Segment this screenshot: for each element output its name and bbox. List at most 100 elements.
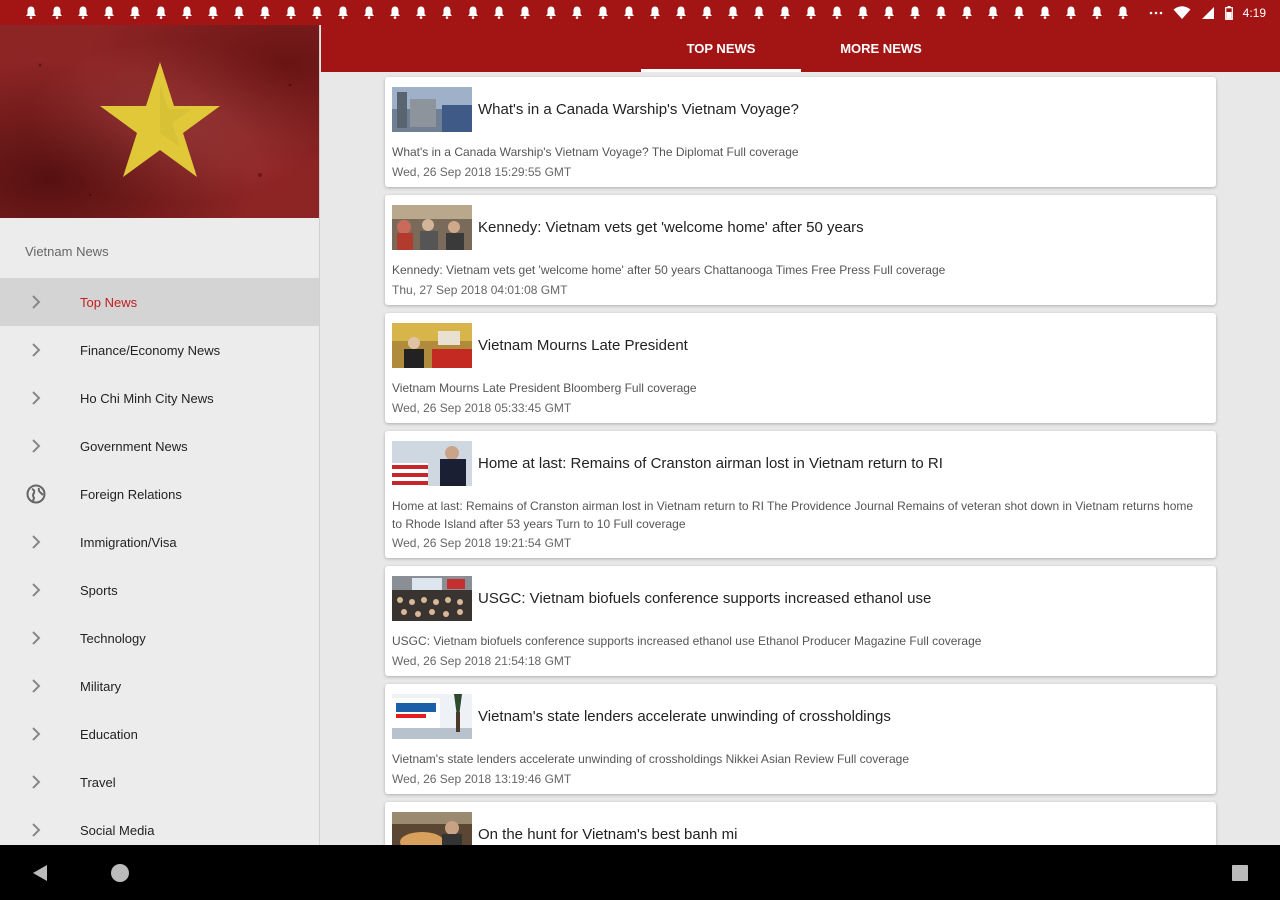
status-icons: 4:19 [1149,0,1266,25]
recents-icon [1232,864,1248,881]
news-card[interactable]: Kennedy: Vietnam vets get 'welcome home'… [385,195,1216,305]
chevron-right-icon [26,580,46,600]
bell-icon [954,6,980,19]
news-card[interactable]: Vietnam Mourns Late President Vietnam Mou… [385,313,1216,423]
navigation-drawer: Vietnam News Top News Finance/Economy New… [0,25,320,845]
drawer-item-military[interactable]: Military [0,662,319,710]
bell-icon [590,6,616,19]
news-title: Kennedy: Vietnam vets get 'welcome home'… [478,219,864,236]
news-date: Wed, 26 Sep 2018 05:33:45 GMT [392,401,572,415]
bell-icon [876,6,902,19]
drawer-item-government-news[interactable]: Government News [0,422,319,470]
news-thumbnail [392,812,472,845]
news-list: What's in a Canada Warship's Vietnam Voy… [321,72,1280,845]
news-thumbnail [392,694,472,739]
bell-icon [252,6,278,19]
bell-icon [1032,6,1058,19]
news-card[interactable]: USGC: Vietnam biofuels conference suppor… [385,566,1216,676]
bell-icon [148,6,174,19]
news-title: Home at last: Remains of Cranston airman… [478,455,943,472]
bell-icon [746,6,772,19]
vietnam-flag-image [0,25,319,218]
bell-icon [460,6,486,19]
bell-icon [1110,6,1136,19]
drawer-item-label: Immigration/Visa [80,534,177,550]
drawer-item-education[interactable]: Education [0,710,319,758]
bell-icon [928,6,954,19]
bell-icon [642,6,668,19]
chevron-right-icon [26,820,46,840]
bell-icon [122,6,148,19]
chevron-right-icon [26,340,46,360]
bell-icon [1006,6,1032,19]
clock: 4:19 [1242,5,1266,20]
bell-icon [382,6,408,19]
news-title: USGC: Vietnam biofuels conference suppor… [478,590,932,607]
drawer-item-ho-chi-minh-city-news[interactable]: Ho Chi Minh City News [0,374,319,422]
news-card[interactable]: What's in a Canada Warship's Vietnam Voy… [385,77,1216,187]
drawer-item-sports[interactable]: Sports [0,566,319,614]
news-title: On the hunt for Vietnam's best banh mi [478,826,738,843]
bell-icon [1084,6,1110,19]
chevron-right-icon [26,388,46,408]
news-thumbnail [392,441,472,486]
drawer-item-foreign-relations[interactable]: Foreign Relations [0,470,319,518]
globe-icon [26,484,46,504]
bell-icon [330,6,356,19]
drawer-item-top-news[interactable]: Top News [0,278,319,326]
bell-icon [512,6,538,19]
drawer-item-social-media[interactable]: Social Media [0,806,319,845]
tab-bar: TOP NEWS MORE NEWS [321,25,1280,72]
news-card[interactable]: Vietnam's state lenders accelerate unwin… [385,684,1216,794]
wifi-icon [1173,5,1191,20]
bell-icon [668,6,694,19]
drawer-item-technology[interactable]: Technology [0,614,319,662]
drawer-nav-list: Top News Finance/Economy News Ho Chi Minh … [0,278,319,845]
drawer-item-label: Technology [80,630,146,646]
bell-icon [694,6,720,19]
bell-icon [96,6,122,19]
news-date: Thu, 27 Sep 2018 04:01:08 GMT [392,283,568,297]
drawer-item-finance-economy-news[interactable]: Finance/Economy News [0,326,319,374]
drawer-item-label: Military [80,678,122,694]
tab-top-news[interactable]: TOP NEWS [641,25,801,72]
chevron-right-icon [26,436,46,456]
bell-icon [304,6,330,19]
news-date: Wed, 26 Sep 2018 19:21:54 GMT [392,536,572,550]
back-button[interactable] [10,845,70,900]
signal-icon [1201,6,1215,20]
chevron-right-icon [26,772,46,792]
notification-icons [0,6,1136,19]
news-thumbnail [392,323,472,368]
drawer-heading: Vietnam News [25,244,109,259]
battery-icon [1224,5,1233,20]
drawer-item-label: Ho Chi Minh City News [80,390,214,406]
drawer-item-label: Finance/Economy News [80,342,221,358]
chevron-right-icon [26,724,46,744]
bell-icon [278,6,304,19]
bell-icon [18,6,44,19]
news-title: Vietnam Mourns Late President [478,337,688,354]
tab-more-news[interactable]: MORE NEWS [801,25,961,72]
home-button[interactable] [90,845,150,900]
bell-icon [902,6,928,19]
drawer-item-immigration-visa[interactable]: Immigration/Visa [0,518,319,566]
drawer-item-label: Foreign Relations [80,486,182,502]
news-card[interactable]: Home at last: Remains of Cranston airman… [385,431,1216,558]
news-title: Vietnam's state lenders accelerate unwin… [478,708,891,725]
recents-button[interactable] [1210,845,1270,900]
drawer-item-label: Travel [80,774,116,790]
bell-icon [44,6,70,19]
drawer-item-label: Government News [80,438,188,454]
news-summary: What's in a Canada Warship's Vietnam Voy… [392,145,799,159]
system-nav-bar [0,845,1280,900]
news-card[interactable]: On the hunt for Vietnam's best banh mi [385,802,1216,845]
chevron-right-icon [26,292,46,312]
bell-icon [356,6,382,19]
news-thumbnail [392,87,472,132]
bell-icon [720,6,746,19]
drawer-item-travel[interactable]: Travel [0,758,319,806]
news-date: Wed, 26 Sep 2018 15:29:55 GMT [392,165,572,179]
news-summary: USGC: Vietnam biofuels conference suppor… [392,634,982,648]
bell-icon [408,6,434,19]
